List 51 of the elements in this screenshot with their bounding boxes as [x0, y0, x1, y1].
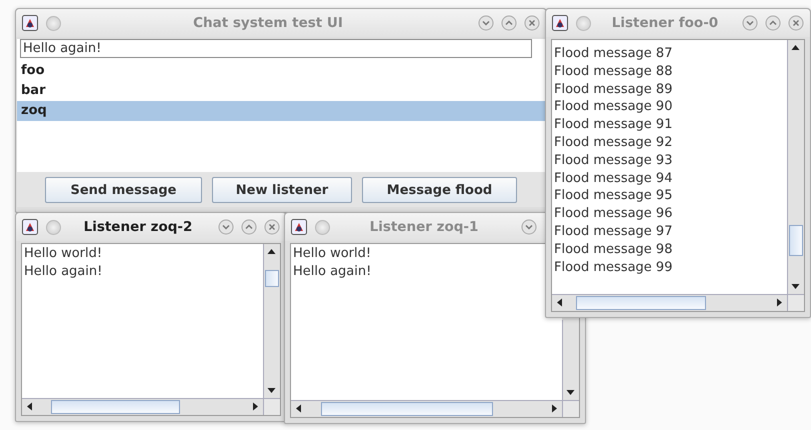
message-line: Flood message 99 — [554, 258, 674, 276]
minimize-button[interactable] — [521, 219, 537, 235]
minimize-button[interactable] — [742, 15, 758, 31]
message-line: Flood message 87 — [554, 45, 674, 63]
action-button[interactable]: Send message — [45, 177, 202, 203]
list-item[interactable]: foo — [17, 61, 545, 81]
list-item[interactable]: zoq — [17, 101, 545, 121]
vertical-scrollbar[interactable] — [787, 40, 804, 294]
app-icon[interactable] — [291, 219, 307, 235]
action-button[interactable]: Message flood — [362, 177, 517, 203]
action-button[interactable]: New listener — [212, 177, 352, 203]
horizontal-scrollbar[interactable] — [22, 399, 263, 415]
minimize-button[interactable] — [218, 219, 234, 235]
window-title: Chat system test UI — [192, 15, 344, 31]
scroll-thumb[interactable] — [576, 296, 706, 310]
message-line: Flood message 97 — [554, 222, 674, 241]
message-line: Flood message 93 — [554, 152, 674, 170]
close-button[interactable] — [788, 15, 804, 31]
window-title: Listener foo-0 — [610, 15, 720, 31]
message-line: Flood message 91 — [554, 116, 674, 134]
message-line: Flood message 96 — [554, 205, 674, 223]
message-line: Hello again! — [24, 262, 104, 281]
horizontal-scrollbar[interactable] — [552, 295, 787, 311]
app-icon[interactable] — [552, 15, 568, 31]
message-line: Flood message 94 — [554, 170, 674, 188]
message-line: Hello world! — [24, 245, 104, 263]
scroll-thumb[interactable] — [265, 270, 279, 287]
window-title: Listener zoq-1 — [368, 219, 480, 235]
vertical-scrollbar[interactable] — [562, 320, 579, 400]
message-line: Flood message 92 — [554, 134, 674, 152]
minimize-button[interactable] — [478, 15, 494, 31]
horizontal-scrollbar[interactable] — [291, 401, 562, 417]
scroll-thumb[interactable] — [321, 402, 494, 416]
message-line: Flood message 90 — [554, 98, 674, 116]
close-button[interactable] — [524, 15, 540, 31]
window-title: Listener zoq-2 — [82, 219, 194, 235]
maximize-button[interactable] — [765, 15, 781, 31]
message-line: Flood message 89 — [554, 80, 674, 98]
scroll-thumb[interactable] — [50, 400, 180, 414]
message-line: Flood message 95 — [554, 187, 674, 206]
list-item[interactable]: bar — [17, 81, 545, 101]
scroll-thumb[interactable] — [789, 224, 803, 256]
message-field[interactable]: Hello again! — [20, 39, 532, 58]
message-line: Flood message 88 — [554, 62, 674, 81]
maximize-button[interactable] — [501, 15, 517, 31]
app-icon[interactable] — [22, 15, 38, 31]
close-button[interactable] — [264, 219, 280, 235]
maximize-button[interactable] — [241, 219, 257, 235]
app-icon[interactable] — [22, 219, 38, 235]
message-line: Flood message 98 — [554, 240, 674, 259]
vertical-scrollbar[interactable] — [263, 244, 280, 398]
